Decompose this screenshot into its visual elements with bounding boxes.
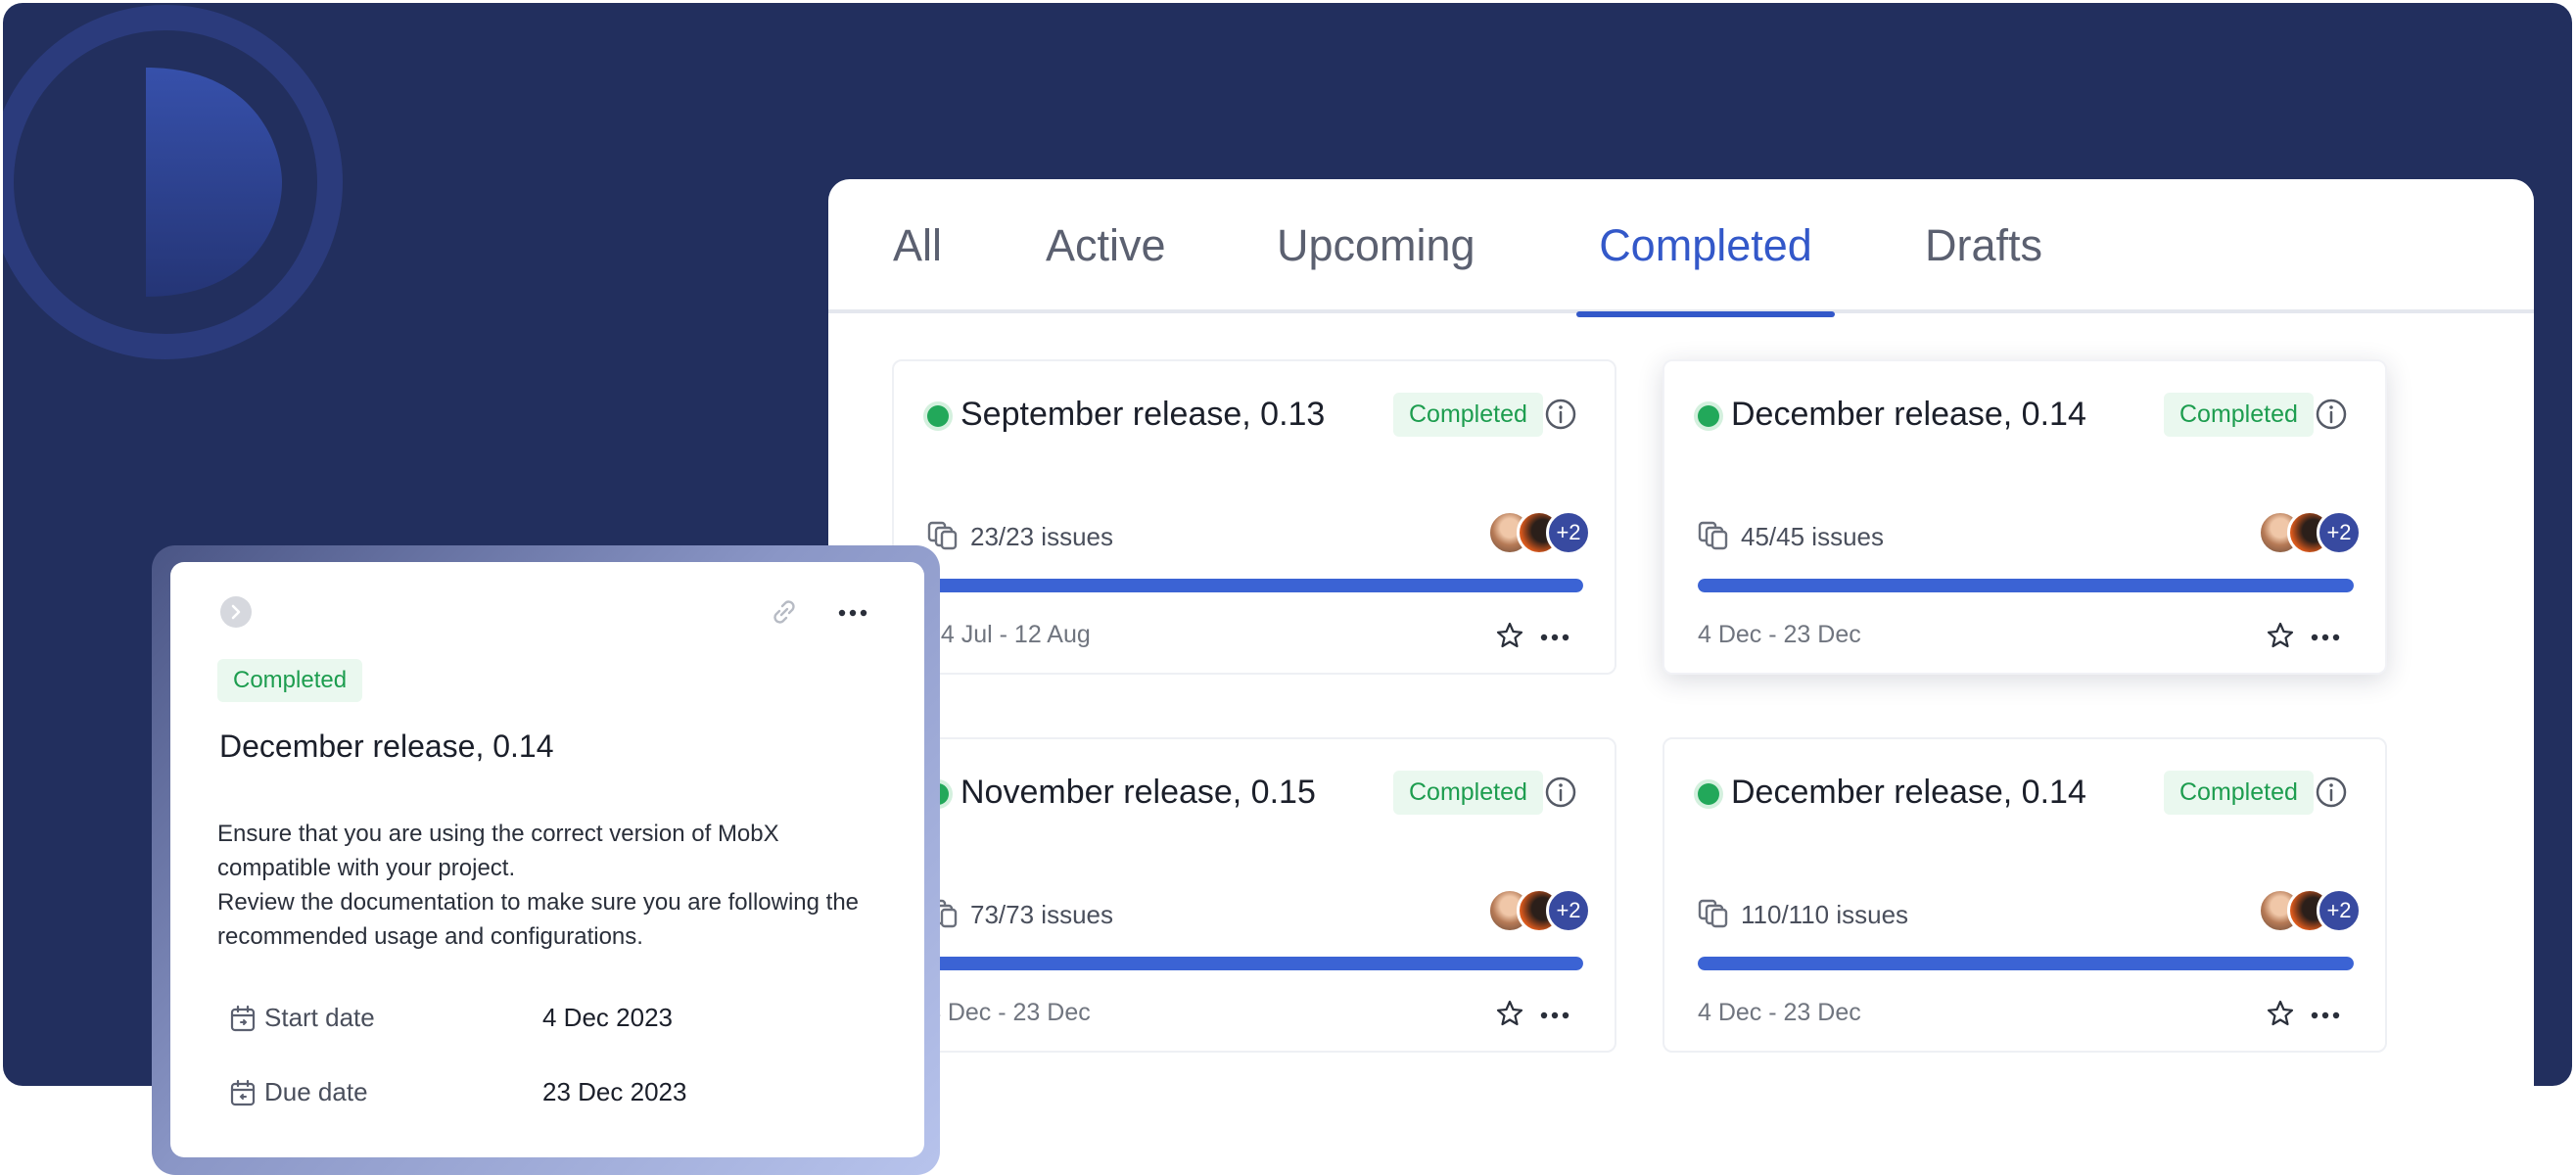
member-avatars[interactable]: +2 <box>2258 888 2365 935</box>
tab-drafts[interactable]: Drafts <box>1913 220 2054 313</box>
issue-count: 23/23 issues <box>970 522 1113 551</box>
progress-fill <box>1698 579 2354 592</box>
calendar-icon <box>230 1005 256 1032</box>
tab-active[interactable]: Active <box>1034 220 1178 313</box>
more-icon[interactable] <box>1540 1011 1569 1019</box>
date-range: 24 Jul - 12 Aug <box>927 621 1091 648</box>
extra-members-count: +2 <box>2317 510 2362 555</box>
link-icon[interactable] <box>768 595 801 629</box>
progress-fill <box>927 579 1583 592</box>
description-line: Ensure that you are using the correct ve… <box>217 821 779 881</box>
info-icon[interactable] <box>2315 398 2348 431</box>
member-avatars[interactable]: +2 <box>1487 888 1595 935</box>
extra-members-count: +2 <box>1546 888 1591 933</box>
calendar-icon <box>230 1079 256 1106</box>
issue-count: 110/110 issues <box>1741 900 1909 929</box>
detail-title: December release, 0.14 <box>219 728 554 764</box>
release-title: November release, 0.15 <box>960 774 1316 811</box>
start-date-label: Start date <box>264 1003 375 1032</box>
progress-fill <box>1698 957 2354 970</box>
date-range: 4 Dec - 23 Dec <box>1698 999 1861 1026</box>
progress-bar <box>927 579 1583 592</box>
info-icon[interactable] <box>1544 776 1577 809</box>
status-dot <box>927 405 949 427</box>
status-badge: Completed <box>217 659 363 702</box>
logo-icon <box>3 5 343 359</box>
extra-members-count: +2 <box>1546 510 1591 555</box>
status-badge: Completed <box>2164 393 2314 437</box>
issues-icon <box>1698 521 1728 550</box>
more-icon[interactable] <box>2311 634 2340 641</box>
progress-bar <box>1698 579 2354 592</box>
date-range: 4 Dec - 23 Dec <box>927 999 1091 1026</box>
extra-members-count: +2 <box>2317 888 2362 933</box>
release-title: September release, 0.13 <box>960 396 1326 433</box>
star-icon[interactable] <box>1495 999 1524 1028</box>
star-icon[interactable] <box>2266 621 2295 650</box>
progress-fill <box>927 957 1583 970</box>
info-icon[interactable] <box>2315 776 2348 809</box>
due-date-label: Due date <box>264 1077 368 1106</box>
release-card[interactable]: November release, 0.15 Completed 73/73 i… <box>892 737 1616 1053</box>
release-card[interactable]: December release, 0.14 Completed 45/45 i… <box>1663 359 2387 675</box>
star-icon[interactable] <box>1495 621 1524 650</box>
more-icon[interactable] <box>838 609 867 617</box>
release-card[interactable]: September release, 0.13 Completed 23/23 … <box>892 359 1616 675</box>
description-line: Review the documentation to make sure yo… <box>217 889 860 950</box>
more-icon[interactable] <box>1540 634 1569 641</box>
issue-count: 45/45 issues <box>1741 522 1884 551</box>
member-avatars[interactable]: +2 <box>2258 510 2365 557</box>
progress-bar <box>927 957 1583 970</box>
chevron-right-icon[interactable] <box>219 595 253 629</box>
release-card[interactable]: December release, 0.14 Completed 110/110… <box>1663 737 2387 1053</box>
issues-icon <box>927 521 958 550</box>
status-badge: Completed <box>2164 771 2314 815</box>
date-range: 4 Dec - 23 Dec <box>1698 621 1861 648</box>
due-date-value[interactable]: 23 Dec 2023 <box>542 1077 686 1107</box>
more-icon[interactable] <box>2311 1011 2340 1019</box>
detail-description: Ensure that you are using the correct ve… <box>217 817 893 954</box>
release-title: December release, 0.14 <box>1731 774 2086 811</box>
status-dot <box>1698 783 1719 805</box>
star-icon[interactable] <box>2266 999 2295 1028</box>
release-title: December release, 0.14 <box>1731 396 2086 433</box>
progress-bar <box>1698 957 2354 970</box>
issues-icon <box>1698 899 1728 928</box>
status-badge: Completed <box>1393 771 1543 815</box>
status-dot <box>1698 405 1719 427</box>
issue-count: 73/73 issues <box>970 900 1113 929</box>
status-badge: Completed <box>1393 393 1543 437</box>
member-avatars[interactable]: +2 <box>1487 510 1595 557</box>
tab-all[interactable]: All <box>881 220 954 313</box>
start-date-value[interactable]: 4 Dec 2023 <box>542 1003 673 1033</box>
tab-completed[interactable]: Completed <box>1576 220 1835 317</box>
release-detail-popover: Completed December release, 0.14 Ensure … <box>170 562 924 1157</box>
tab-upcoming[interactable]: Upcoming <box>1265 220 1487 313</box>
info-icon[interactable] <box>1544 398 1577 431</box>
tab-bar: All Active Upcoming Completed Drafts <box>828 179 2534 317</box>
